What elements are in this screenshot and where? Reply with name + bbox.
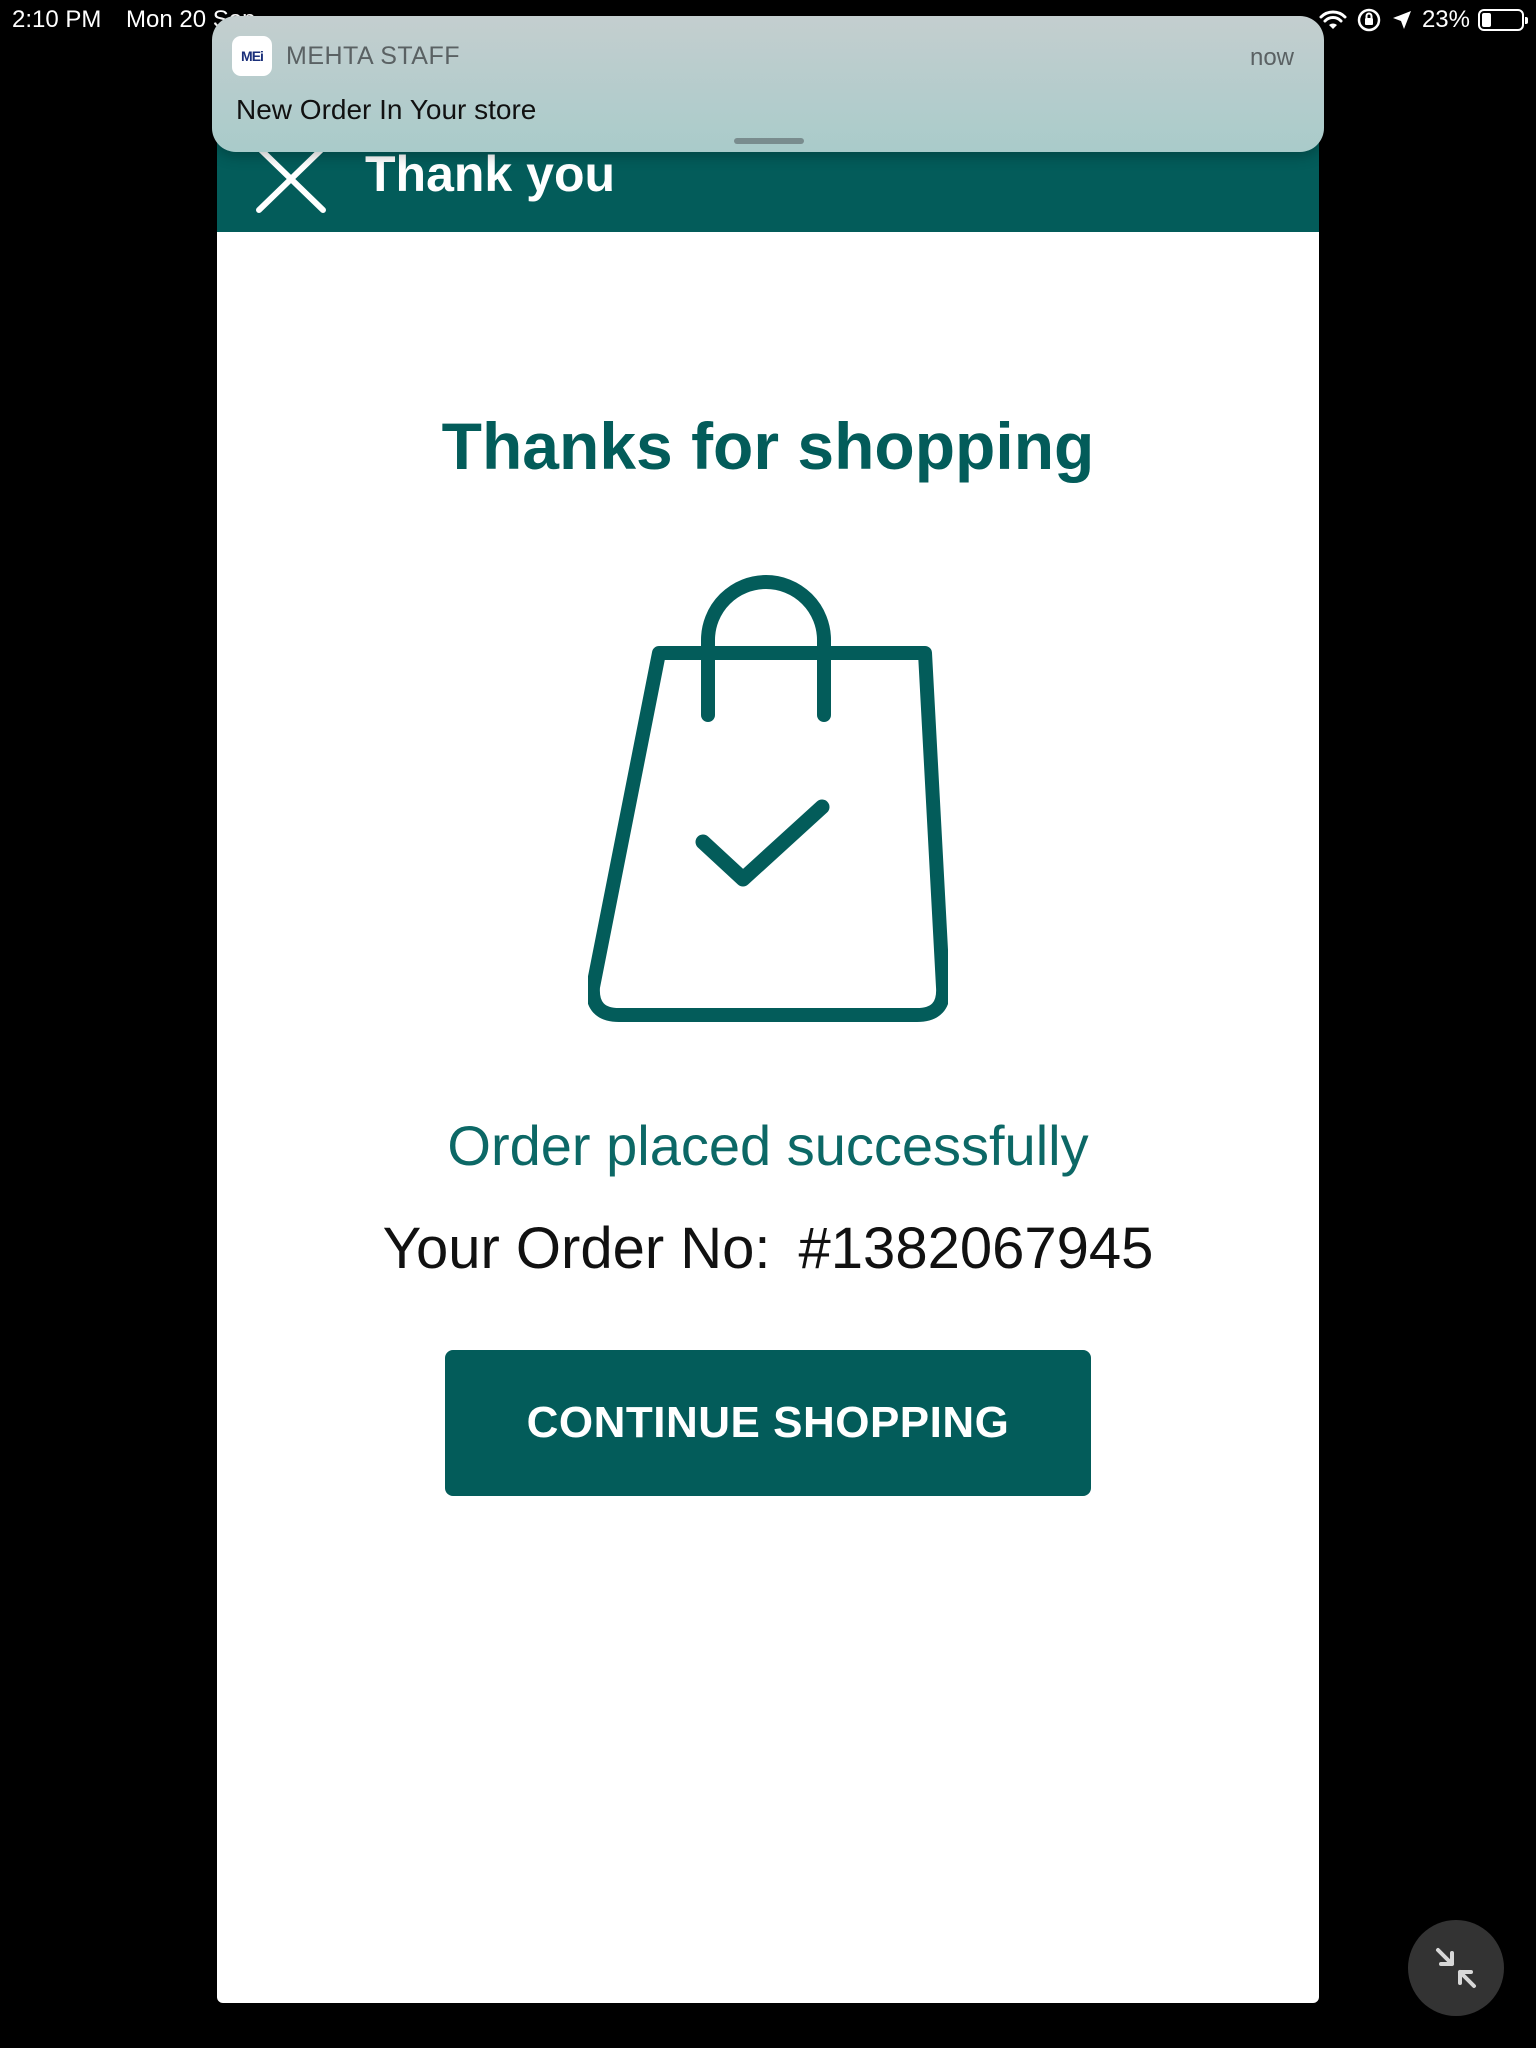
notification-app-name: MEHTA STAFF <box>286 42 461 70</box>
orientation-lock-icon <box>1357 8 1381 32</box>
status-time: 2:10 PM <box>12 6 102 33</box>
order-number: #1382067945 <box>798 1216 1154 1281</box>
notification-grabber[interactable] <box>734 138 804 144</box>
continue-shopping-button[interactable]: CONTINUE SHOPPING <box>445 1350 1091 1496</box>
shopping-bag-check-icon <box>588 575 948 1022</box>
thanks-heading: Thanks for shopping <box>441 409 1095 483</box>
success-message: Order placed successfully <box>447 1114 1089 1177</box>
close-button[interactable] <box>251 144 331 216</box>
notification-time: now <box>1249 44 1294 71</box>
battery-fill <box>1482 13 1491 27</box>
order-number-line: Your Order No: #1382067945 <box>217 1215 1319 1282</box>
order-label: Your Order No: <box>382 1216 771 1281</box>
battery-icon <box>1478 9 1528 31</box>
status-indicators: 23% <box>1318 4 1528 36</box>
notification-banner[interactable]: MEi MEHTA STAFF now New Order In Your st… <box>212 16 1324 152</box>
close-icon <box>256 145 326 213</box>
minimize-arrows-icon <box>1436 1948 1476 1988</box>
app-window: Thank you Thanks for shopping Order plac… <box>217 110 1319 2003</box>
notification-message: New Order In Your store <box>236 94 537 125</box>
location-icon <box>1392 11 1411 29</box>
app-icon: MEi <box>232 36 272 76</box>
minimize-button[interactable] <box>1408 1920 1504 2016</box>
battery-percent: 23% <box>1421 6 1470 33</box>
wifi-icon <box>1319 10 1347 29</box>
